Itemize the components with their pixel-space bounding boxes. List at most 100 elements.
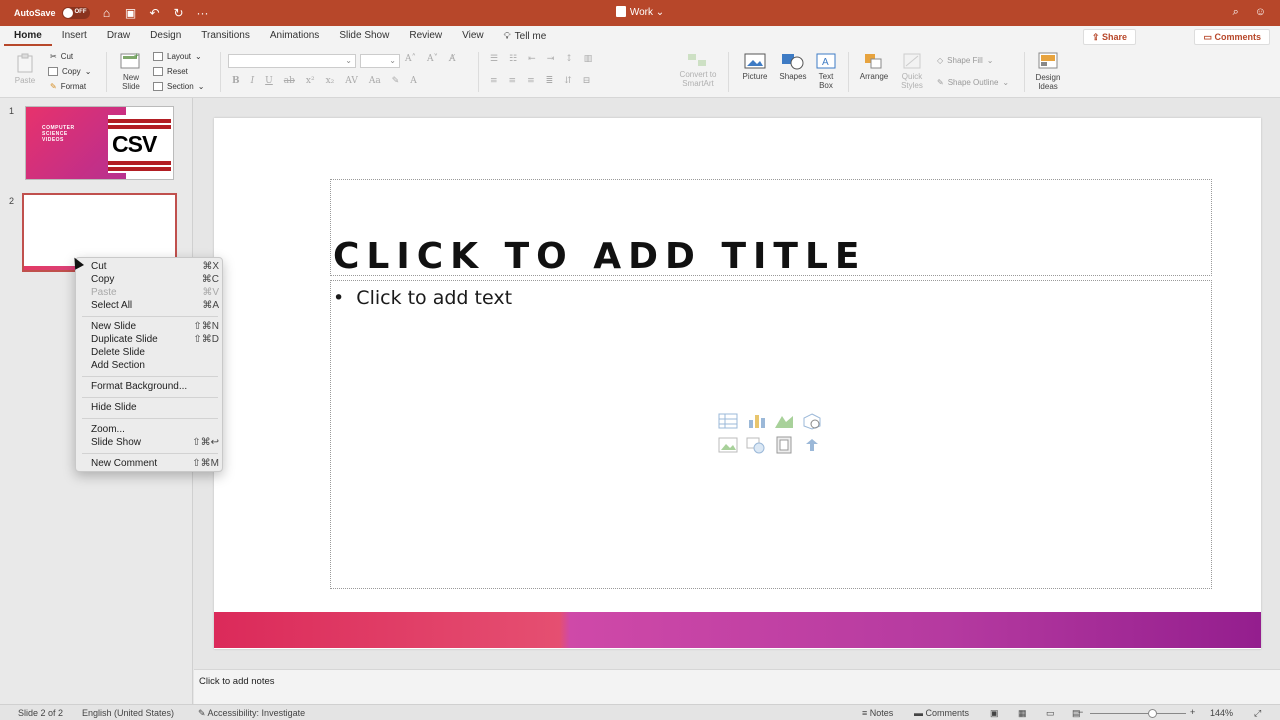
change-case-icon[interactable]: Aa [369, 76, 381, 86]
subscript-icon[interactable]: x₂ [326, 76, 335, 86]
shrink-font-icon[interactable]: A˅ [427, 54, 438, 64]
notes-pane[interactable]: Click to add notes [194, 669, 1280, 704]
font-color-icon[interactable]: A [410, 76, 417, 86]
menu-item-paste[interactable]: Paste ⌘V [91, 286, 219, 299]
zoom-level[interactable]: 144% [1210, 708, 1233, 718]
fit-slide-icon[interactable]: ⤢ [1254, 708, 1261, 719]
tab-slide-show[interactable]: Slide Show [329, 26, 399, 46]
convert-smartart-button[interactable]: Convert to SmartArt [674, 52, 722, 88]
menu-item-add-section[interactable]: Add Section [91, 359, 219, 372]
bullets-icon[interactable]: ☰ [490, 54, 498, 64]
slide-sorter-icon[interactable]: ▦ [1018, 708, 1027, 719]
reading-view-icon[interactable]: ▭ [1046, 708, 1055, 719]
insert-3d-model-icon[interactable] [802, 412, 822, 430]
decrease-indent-icon[interactable]: ⇤ [528, 54, 536, 64]
shapes-button[interactable]: Shapes [776, 52, 810, 81]
zoom-slider[interactable] [1090, 713, 1186, 714]
menu-item-duplicate-slide[interactable]: Duplicate Slide ⇧⌘D [91, 333, 219, 346]
menu-item-new-comment[interactable]: New Comment ⇧⌘M [91, 457, 219, 470]
tab-transitions[interactable]: Transitions [191, 26, 260, 46]
share-button[interactable]: ⇪ Share [1082, 29, 1136, 45]
char-spacing-icon[interactable]: AV [345, 76, 358, 86]
format-painter-button[interactable]: ✎ Format [50, 82, 86, 91]
menu-item-delete-slide[interactable]: Delete Slide [91, 346, 219, 359]
zoom-slider-handle[interactable] [1148, 709, 1157, 718]
numbering-icon[interactable]: ☷ [509, 54, 517, 64]
autosave-toggle[interactable]: OFF [61, 7, 90, 19]
bold-icon[interactable]: B [232, 76, 240, 86]
tell-me[interactable]: 💡︎ Tell me [494, 26, 557, 46]
increase-indent-icon[interactable]: ⇥ [547, 54, 555, 64]
picture-button[interactable]: Picture [736, 52, 774, 81]
normal-view-icon[interactable]: ▣ [990, 708, 999, 719]
superscript-icon[interactable]: x² [306, 76, 315, 86]
menu-item-copy[interactable]: Copy ⌘C [91, 273, 219, 286]
new-slide-button[interactable]: + New Slide [114, 51, 148, 91]
notes-toggle[interactable]: ≡ Notes [862, 708, 893, 718]
language[interactable]: English (United States) [82, 708, 174, 718]
design-ideas-button[interactable]: Design Ideas [1030, 51, 1066, 91]
tab-design[interactable]: Design [140, 26, 191, 46]
quick-styles-button[interactable]: Quick Styles [896, 52, 928, 90]
section-button[interactable]: Section ⌄ [153, 82, 204, 91]
grow-font-icon[interactable]: A˄ [405, 54, 416, 64]
italic-icon[interactable]: I [251, 76, 255, 86]
reset-button[interactable]: Reset [153, 67, 188, 76]
zoom-in-icon[interactable]: + [1190, 707, 1195, 717]
menu-item-new-slide[interactable]: New Slide ⇧⌘N [91, 320, 219, 333]
menu-item-format-background[interactable]: Format Background... [91, 380, 219, 393]
align-right-icon[interactable]: ≡ [527, 76, 535, 86]
columns-icon[interactable]: ▥ [584, 54, 593, 64]
justify-icon[interactable]: ≣ [546, 76, 554, 86]
shape-outline-button[interactable]: ✎ Shape Outline ⌄ [937, 78, 1009, 87]
highlight-icon[interactable]: ✎ [392, 76, 400, 86]
tab-animations[interactable]: Animations [260, 26, 329, 46]
profile-icon[interactable]: ☺ [1255, 6, 1266, 19]
menu-item-cut[interactable]: Cut ⌘X [91, 260, 219, 273]
menu-item-hide-slide[interactable]: Hide Slide [91, 401, 219, 414]
copy-button[interactable]: Copy ⌄ [48, 67, 91, 76]
more-icon[interactable]: ··· [196, 6, 210, 20]
layout-button[interactable]: Layout ⌄ [153, 52, 202, 61]
tab-home[interactable]: Home [4, 26, 52, 46]
tab-insert[interactable]: Insert [52, 26, 97, 46]
menu-item-zoom[interactable]: Zoom... [91, 423, 219, 436]
insert-video-icon[interactable] [774, 436, 794, 454]
insert-table-icon[interactable] [718, 412, 738, 430]
paste-button[interactable]: Paste [8, 52, 42, 85]
align-left-icon[interactable]: ≡ [490, 76, 498, 86]
redo-icon[interactable]: ↻ [172, 6, 186, 20]
insert-icons-icon[interactable] [802, 436, 822, 454]
search-icon[interactable]: ⌕ [1233, 6, 1239, 19]
zoom-out-icon[interactable]: − [1078, 707, 1083, 717]
menu-item-select-all[interactable]: Select All ⌘A [91, 299, 219, 312]
tab-draw[interactable]: Draw [97, 26, 140, 46]
save-icon[interactable]: ▣ [124, 6, 138, 20]
comments-toggle[interactable]: ▬ Comments [914, 708, 969, 718]
title-placeholder[interactable]: CLICK TO ADD TITLE [330, 179, 1212, 277]
insert-chart-icon[interactable] [746, 412, 766, 430]
insert-online-picture-icon[interactable] [746, 436, 766, 454]
line-spacing-icon[interactable]: ↕ [565, 54, 573, 64]
accessibility-status[interactable]: ✎ Accessibility: Investigate [198, 708, 305, 719]
insert-picture-icon[interactable] [718, 436, 738, 454]
strikethrough-icon[interactable]: ab [284, 76, 295, 86]
slide-thumbnail-1[interactable]: COMPUTER SCIENCE VIDEOS CSV [25, 106, 174, 180]
text-box-button[interactable]: A Text Box [812, 52, 840, 90]
arrange-button[interactable]: Arrange [856, 52, 892, 81]
tab-review[interactable]: Review [399, 26, 452, 46]
shape-fill-button[interactable]: ◇ Shape Fill ⌄ [937, 56, 993, 65]
align-text-icon[interactable]: ⊟ [583, 76, 591, 86]
text-direction-icon[interactable]: ⇵ [564, 76, 572, 86]
font-name-select[interactable]: ⌄ [228, 54, 356, 68]
insert-smartart-icon[interactable] [774, 412, 794, 430]
clear-format-icon[interactable]: A̸ [449, 54, 456, 64]
align-center-icon[interactable]: ≡ [509, 76, 517, 86]
home-icon[interactable]: ⌂ [100, 6, 114, 20]
undo-icon[interactable]: ↶ [148, 6, 162, 20]
tab-view[interactable]: View [452, 26, 494, 46]
font-size-select[interactable]: ⌄ [360, 54, 400, 68]
menu-item-slide-show[interactable]: Slide Show ⇧⌘↩ [91, 436, 219, 449]
cut-button[interactable]: ✂ Cut [50, 52, 73, 61]
underline-icon[interactable]: U [265, 76, 273, 86]
